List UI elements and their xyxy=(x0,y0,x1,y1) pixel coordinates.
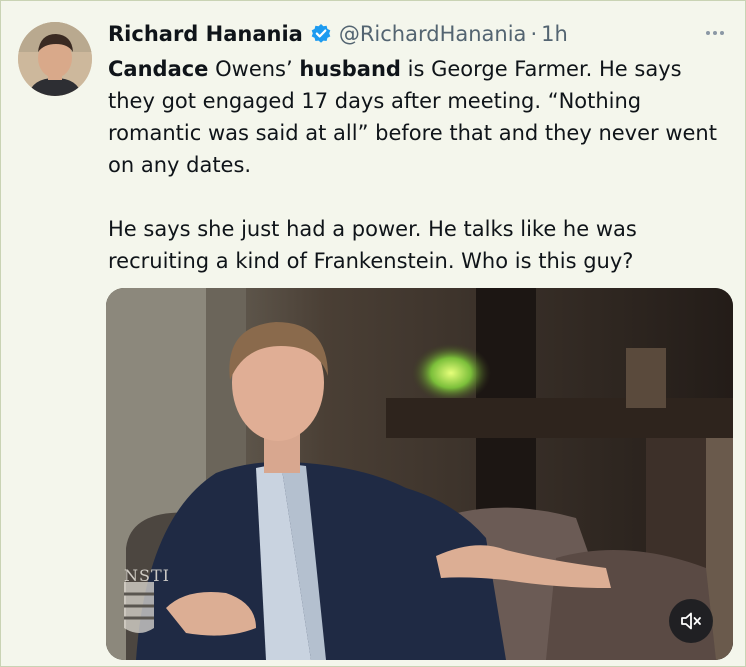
author-avatar[interactable] xyxy=(18,22,92,96)
more-options-icon[interactable] xyxy=(698,22,732,44)
video-watermark: NSTI xyxy=(124,566,170,585)
verified-badge-icon xyxy=(310,23,332,45)
video-player[interactable]: NSTI xyxy=(106,288,733,660)
post-paragraph-1: Candace Owens’ husband is George Farmer.… xyxy=(108,53,728,181)
post-timestamp[interactable]: 1h xyxy=(541,22,568,46)
post-text: Candace Owens’ husband is George Farmer.… xyxy=(108,53,728,277)
text-segment-owens: Owens’ xyxy=(208,57,300,81)
bold-husband: husband xyxy=(299,57,401,81)
bold-candace: Candace xyxy=(108,57,209,81)
separator-dot: · xyxy=(530,22,538,46)
author-name[interactable]: Richard Hanania xyxy=(108,22,303,46)
post-paragraph-2: He says she just had a power. He talks l… xyxy=(108,217,637,273)
author-handle[interactable]: @RichardHanania xyxy=(339,22,527,46)
speaker-muted-icon[interactable] xyxy=(669,599,713,643)
post-header: Richard Hanania @RichardHanania · 1h xyxy=(108,18,568,50)
